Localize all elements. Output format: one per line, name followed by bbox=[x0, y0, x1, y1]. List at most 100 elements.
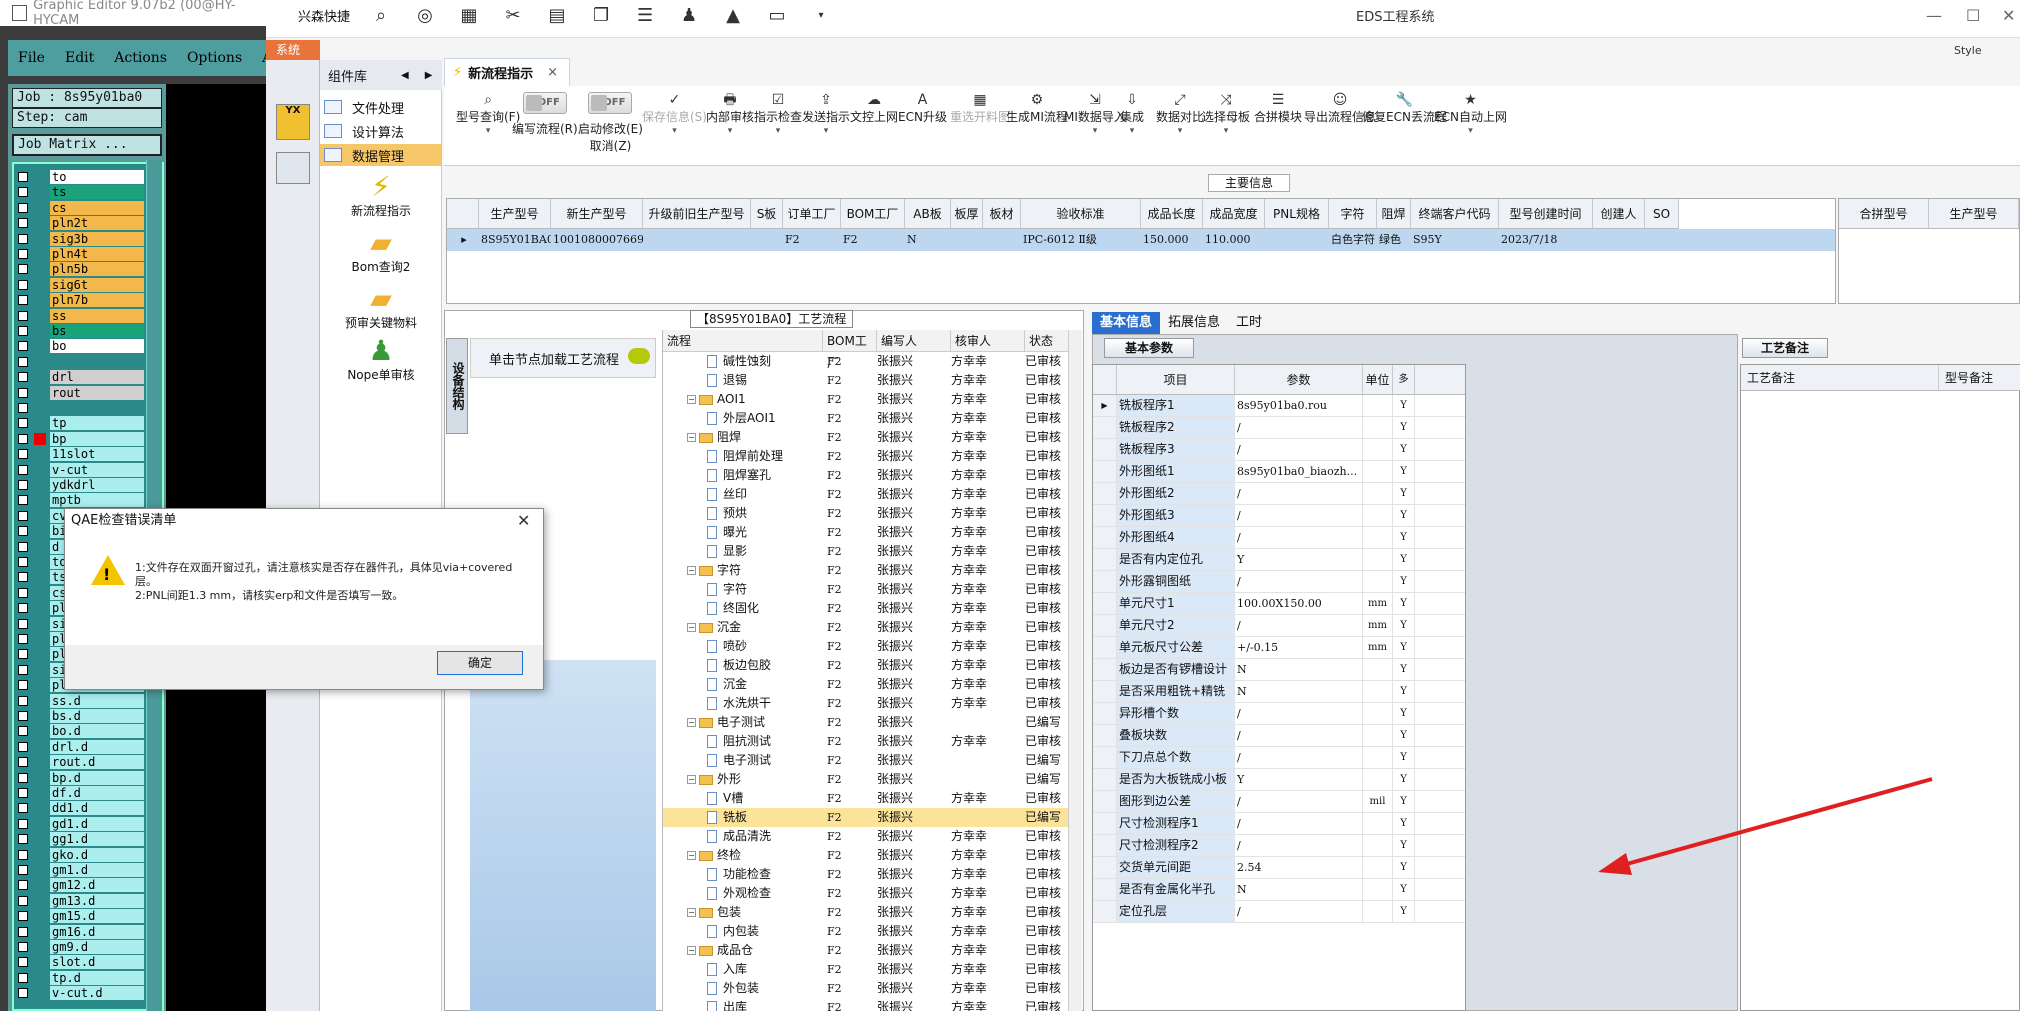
tab-extended-info[interactable]: 拓展信息 bbox=[1160, 312, 1228, 334]
layer-checkbox[interactable] bbox=[18, 264, 28, 275]
tree-header-reviewer[interactable]: 核审人 bbox=[951, 330, 1025, 351]
layer-checkbox[interactable] bbox=[18, 757, 28, 768]
merge-header-cell[interactable]: 生产型号 bbox=[1929, 199, 2019, 228]
param-value[interactable]: / bbox=[1235, 791, 1363, 812]
grid1-cell[interactable] bbox=[643, 229, 751, 251]
tree-header-writer[interactable]: 编写人 bbox=[877, 330, 951, 351]
layer-checkbox[interactable] bbox=[18, 988, 28, 999]
layer-row[interactable]: sig6t bbox=[14, 277, 159, 293]
layer-checkbox[interactable] bbox=[18, 372, 28, 383]
tree-node[interactable]: 阻抗测试 bbox=[663, 732, 823, 751]
layer-checkbox[interactable] bbox=[18, 279, 28, 290]
param-row[interactable]: 尺寸检测程序1/ Y bbox=[1093, 813, 1465, 835]
layer-row[interactable]: gm15.d bbox=[14, 909, 159, 924]
dialog-close-icon[interactable]: ✕ bbox=[517, 511, 530, 530]
dropdown-icon[interactable]: ▾ bbox=[642, 125, 707, 137]
ribbon-cloud-upload-button[interactable]: ☁ 文控上网 bbox=[850, 92, 898, 125]
grid1-header-cell[interactable]: SO bbox=[1645, 199, 1679, 228]
craft-header-model-notes[interactable]: 型号备注 bbox=[1939, 365, 2020, 390]
collapse-icon[interactable]: − bbox=[687, 718, 696, 727]
grid1-cell[interactable] bbox=[951, 229, 983, 251]
layer-row[interactable]: pln5b bbox=[14, 262, 159, 277]
grid1-cell[interactable] bbox=[1593, 229, 1645, 251]
style-menu[interactable]: Style bbox=[1954, 44, 1982, 57]
tree-row[interactable]: 入库 F2 张振兴 方幸幸 已审核 bbox=[663, 960, 1069, 979]
grid1-header-cell[interactable]: 生产型号 bbox=[479, 199, 551, 228]
tree-row[interactable]: 曝光 F2 张振兴 方幸幸 已审核 bbox=[663, 523, 1069, 542]
layer-row[interactable]: drl.d bbox=[14, 739, 159, 755]
layer-row[interactable]: v-cut bbox=[14, 462, 159, 478]
tree-row[interactable]: 沉金 F2 张振兴 方幸幸 已审核 bbox=[663, 675, 1069, 694]
tree-row[interactable]: 外包装 F2 张振兴 方幸幸 已审核 bbox=[663, 979, 1069, 998]
layer-checkbox[interactable] bbox=[18, 695, 28, 706]
prev-icon[interactable]: ◀ bbox=[401, 70, 409, 81]
tree-row[interactable]: − 成品仓 F2 张振兴 方幸幸 已审核 bbox=[663, 941, 1069, 960]
layer-checkbox[interactable] bbox=[18, 849, 28, 860]
tree-row[interactable]: 电子测试 F2 张振兴 已编写 bbox=[663, 751, 1069, 770]
param-value[interactable]: / bbox=[1235, 483, 1363, 504]
dropdown-icon[interactable]: ▾ bbox=[456, 125, 520, 137]
ge-menu-actions[interactable]: Actions bbox=[104, 50, 177, 66]
layer-checkbox[interactable] bbox=[18, 202, 28, 213]
layer-checkbox[interactable] bbox=[18, 788, 28, 798]
param-row[interactable]: 定位孔层 / Y bbox=[1093, 901, 1465, 923]
layer-checkbox[interactable] bbox=[18, 926, 28, 937]
param-row[interactable]: 异形槽个数 / Y bbox=[1093, 703, 1465, 725]
tree-node[interactable]: 出库 bbox=[663, 998, 823, 1011]
layer-checkbox[interactable] bbox=[18, 634, 28, 644]
ribbon-star-button[interactable]: ★ ECN自动上网 ▾ bbox=[1434, 92, 1507, 137]
grid1-header-cell[interactable]: 板厚 bbox=[951, 199, 983, 228]
ribbon-check-button[interactable]: ✓ 保存信息(S) ▾ bbox=[642, 92, 707, 137]
dropdown-icon[interactable]: ▾ bbox=[1156, 125, 1204, 137]
param-value[interactable]: 2.54 bbox=[1235, 857, 1363, 878]
layer-row[interactable]: ss.d bbox=[14, 693, 159, 709]
grid1-header-cell[interactable]: 新生产型号 bbox=[551, 199, 643, 228]
layer-checkbox[interactable] bbox=[18, 526, 28, 537]
layer-row[interactable]: gg1.d bbox=[14, 832, 159, 847]
layer-row[interactable] bbox=[14, 401, 159, 416]
comp-item-data[interactable]: 数据管理 bbox=[320, 144, 442, 166]
tree-row[interactable]: − 外形 F2 张振兴 已编写 bbox=[663, 770, 1069, 789]
dropdown-icon[interactable]: ▾ bbox=[1120, 125, 1144, 137]
dropdown-icon[interactable]: ▾ bbox=[706, 125, 754, 137]
target-icon[interactable]: ◎ bbox=[412, 4, 438, 26]
layer-checkbox[interactable] bbox=[18, 295, 28, 306]
param-value[interactable]: / bbox=[1235, 505, 1363, 526]
ge-menu-edit[interactable]: Edit bbox=[55, 50, 104, 66]
param-row[interactable]: 铣板程序2/ Y bbox=[1093, 417, 1465, 439]
layer-checkbox[interactable] bbox=[18, 649, 28, 660]
grid1-header-cell[interactable]: 升级前旧生产型号 bbox=[643, 199, 751, 228]
param-row[interactable]: 外形图纸3/ Y bbox=[1093, 505, 1465, 527]
layer-checkbox[interactable] bbox=[18, 711, 28, 721]
layer-checkbox[interactable] bbox=[18, 541, 28, 552]
tree-node[interactable]: 板边包胶 bbox=[663, 656, 823, 675]
param-value[interactable]: / bbox=[1235, 813, 1363, 834]
grid1-header-cell[interactable]: 板材 bbox=[983, 199, 1021, 228]
param-value[interactable]: +/-0.15 bbox=[1235, 637, 1363, 658]
layer-checkbox[interactable] bbox=[18, 726, 28, 737]
param-value[interactable]: N bbox=[1235, 659, 1363, 680]
collapse-icon[interactable]: − bbox=[687, 946, 696, 955]
tree-row[interactable]: 出库 F2 张振兴 方幸幸 已审核 bbox=[663, 998, 1069, 1011]
user-icon[interactable]: ♟ bbox=[676, 4, 702, 26]
layer-checkbox[interactable] bbox=[18, 356, 28, 367]
grid1-cell[interactable] bbox=[983, 229, 1021, 251]
dropdown-icon[interactable]: ▾ bbox=[1202, 125, 1250, 137]
off-toggle[interactable]: OFF bbox=[588, 92, 633, 114]
search-icon[interactable]: ⌕ bbox=[368, 4, 394, 26]
param-value[interactable]: / bbox=[1235, 747, 1363, 768]
layer-checkbox[interactable] bbox=[18, 387, 28, 398]
param-row[interactable]: 外形图纸2/ Y bbox=[1093, 483, 1465, 505]
tree-node[interactable]: − 阻焊 bbox=[663, 428, 823, 447]
layer-checkbox[interactable] bbox=[18, 310, 28, 321]
tree-row[interactable]: 阻焊塞孔 F2 张振兴 方幸幸 已审核 bbox=[663, 466, 1069, 485]
collapse-icon[interactable]: − bbox=[687, 623, 696, 632]
layer-checkbox[interactable] bbox=[18, 326, 28, 336]
tree-node[interactable]: 字符 bbox=[663, 580, 823, 599]
layer-row[interactable] bbox=[14, 355, 159, 370]
grid1-header-cell[interactable]: PNL规格 bbox=[1265, 199, 1329, 228]
tree-row[interactable]: 铣板 F2 张振兴 已编写 bbox=[663, 808, 1069, 827]
maximize-icon[interactable]: ☐ bbox=[1966, 6, 1980, 25]
param-row[interactable]: 外形图纸4/ Y bbox=[1093, 527, 1465, 549]
layer-checkbox[interactable] bbox=[18, 418, 28, 429]
